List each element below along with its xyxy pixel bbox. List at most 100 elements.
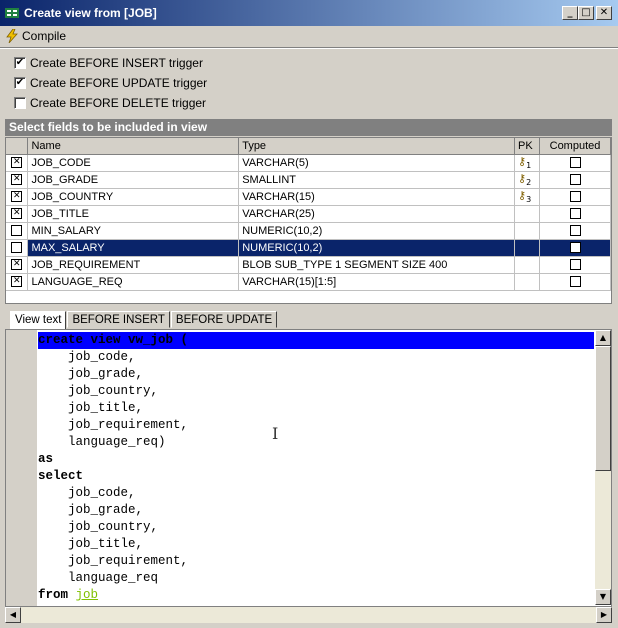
include-checkbox[interactable]: ✕ (6, 188, 29, 206)
table-row[interactable]: ✕ JOB_COUNTRY VARCHAR(15) ⚷3 (6, 188, 611, 206)
tab-before-update[interactable]: BEFORE UPDATE (170, 311, 278, 328)
table-row[interactable]: ✕ JOB_GRADE SMALLINT ⚷2 (6, 171, 611, 189)
include-checkbox[interactable]: ✕ (6, 205, 29, 223)
code-line: language_req) (38, 435, 166, 449)
computed-checkbox[interactable] (539, 239, 611, 257)
code-editor[interactable]: create view vw_job ( job_code, job_grade… (5, 329, 612, 607)
field-type: VARCHAR(5) (238, 154, 516, 172)
field-type: VARCHAR(25) (238, 205, 516, 223)
include-checkbox[interactable] (6, 239, 29, 257)
checked-box: ✕ (11, 276, 23, 288)
include-checkbox[interactable]: ✕ (6, 256, 29, 274)
key-icon: ⚷3 (518, 188, 532, 205)
scroll-thumb[interactable] (595, 346, 611, 471)
include-checkbox[interactable]: ✕ (6, 273, 29, 291)
field-type: BLOB SUB_TYPE 1 SEGMENT SIZE 400 (238, 256, 516, 274)
code-line: job_country, (38, 384, 159, 398)
unchecked-box (569, 191, 581, 203)
fields-grid[interactable]: Name Type PK Computed ✕ JOB_CODE VARCHAR… (5, 137, 612, 304)
editor-gutter (6, 330, 37, 606)
maximize-button[interactable]: □ (578, 6, 594, 20)
computed-checkbox[interactable] (539, 273, 611, 291)
checked-box: ✕ (11, 208, 23, 220)
field-name: JOB_REQUIREMENT (27, 256, 240, 274)
code-line: job_grade, (38, 503, 144, 517)
scroll-up-button[interactable]: ▲ (595, 330, 611, 346)
code-line: job_title, (38, 537, 144, 551)
table-row-selected[interactable]: MAX_SALARY NUMERIC(10,2) (6, 239, 611, 257)
computed-checkbox[interactable] (539, 188, 611, 206)
code-line: select (38, 469, 84, 483)
unchecked-box (11, 225, 23, 237)
checked-box: ✕ (11, 174, 23, 186)
lightning-icon (6, 29, 18, 43)
scroll-left-button[interactable]: ◀ (5, 607, 21, 623)
scroll-right-button[interactable]: ▶ (596, 607, 612, 623)
pk-cell (514, 205, 541, 223)
code-line: job_code, (38, 350, 136, 364)
horizontal-scrollbar[interactable]: ◀ ▶ (5, 607, 612, 623)
column-header-pk[interactable]: PK (514, 138, 541, 155)
table-reference-link[interactable]: job (76, 588, 99, 602)
close-button[interactable]: ✕ (596, 6, 612, 20)
ibeam-cursor-icon: I (272, 424, 279, 443)
column-header-name[interactable]: Name (27, 138, 240, 155)
checkbox-box: ✔ (14, 77, 26, 89)
table-row[interactable]: ✕ LANGUAGE_REQ VARCHAR(15)[1:5] (6, 273, 611, 291)
field-name: JOB_COUNTRY (27, 188, 240, 206)
vertical-scrollbar[interactable]: ▲ ▼ (595, 330, 611, 605)
pk-cell (514, 273, 541, 291)
from-keyword: from (38, 588, 69, 602)
unchecked-box (11, 242, 23, 254)
include-checkbox[interactable]: ✕ (6, 171, 29, 189)
column-header-type[interactable]: Type (238, 138, 516, 155)
code-line: language_req (38, 571, 159, 585)
field-name: JOB_CODE (27, 154, 240, 172)
field-name: MAX_SALARY (27, 239, 240, 257)
checkbox-box: ✔ (14, 57, 26, 69)
computed-checkbox[interactable] (539, 171, 611, 189)
field-name: MIN_SALARY (27, 222, 240, 240)
app-icon (5, 8, 19, 18)
checked-box: ✕ (11, 191, 23, 203)
minimize-button[interactable]: _ (562, 6, 578, 20)
pk-cell (514, 256, 541, 274)
computed-checkbox[interactable] (539, 154, 611, 172)
unchecked-box (569, 242, 581, 254)
title-bar[interactable]: Create view from [JOB] _ □ ✕ (0, 0, 618, 26)
table-row[interactable]: ✕ JOB_TITLE VARCHAR(25) (6, 205, 611, 223)
key-icon: ⚷1 (518, 154, 532, 171)
unchecked-box (569, 225, 581, 237)
tab-before-insert[interactable]: BEFORE INSERT (67, 311, 170, 328)
pk-cell: ⚷3 (514, 188, 541, 206)
table-row[interactable]: ✕ JOB_CODE VARCHAR(5) ⚷1 (6, 154, 611, 172)
field-type: NUMERIC(10,2) (238, 239, 516, 257)
field-type: SMALLINT (238, 171, 516, 189)
code-line: job_requirement, (38, 418, 189, 432)
code-area[interactable]: create view vw_job ( job_code, job_grade… (38, 332, 594, 604)
field-name: JOB_TITLE (27, 205, 240, 223)
checkbox-box (14, 97, 26, 109)
before-update-checkbox[interactable]: ✔ Create BEFORE UPDATE trigger (14, 75, 207, 91)
field-name: LANGUAGE_REQ (27, 273, 240, 291)
table-row[interactable]: MIN_SALARY NUMERIC(10,2) (6, 222, 611, 240)
indicator-header (6, 138, 29, 155)
scroll-down-button[interactable]: ▼ (595, 589, 611, 605)
code-line: job_requirement, (38, 554, 189, 568)
before-delete-checkbox[interactable]: Create BEFORE DELETE trigger (14, 95, 206, 111)
compile-button[interactable]: Compile (6, 28, 66, 44)
checked-box: ✕ (11, 157, 23, 169)
table-row[interactable]: ✕ JOB_REQUIREMENT BLOB SUB_TYPE 1 SEGMEN… (6, 256, 611, 274)
pk-cell (514, 239, 541, 257)
computed-checkbox[interactable] (539, 222, 611, 240)
compile-label: Compile (22, 29, 67, 43)
computed-checkbox[interactable] (539, 205, 611, 223)
include-checkbox[interactable] (6, 222, 29, 240)
column-header-computed[interactable]: Computed (539, 138, 611, 155)
computed-checkbox[interactable] (539, 256, 611, 274)
tab-view-text[interactable]: View text (10, 311, 67, 329)
before-delete-label: Create BEFORE DELETE trigger (30, 96, 207, 110)
before-insert-checkbox[interactable]: ✔ Create BEFORE INSERT trigger (14, 55, 203, 71)
include-checkbox[interactable]: ✕ (6, 154, 29, 172)
code-line: as (38, 452, 54, 466)
